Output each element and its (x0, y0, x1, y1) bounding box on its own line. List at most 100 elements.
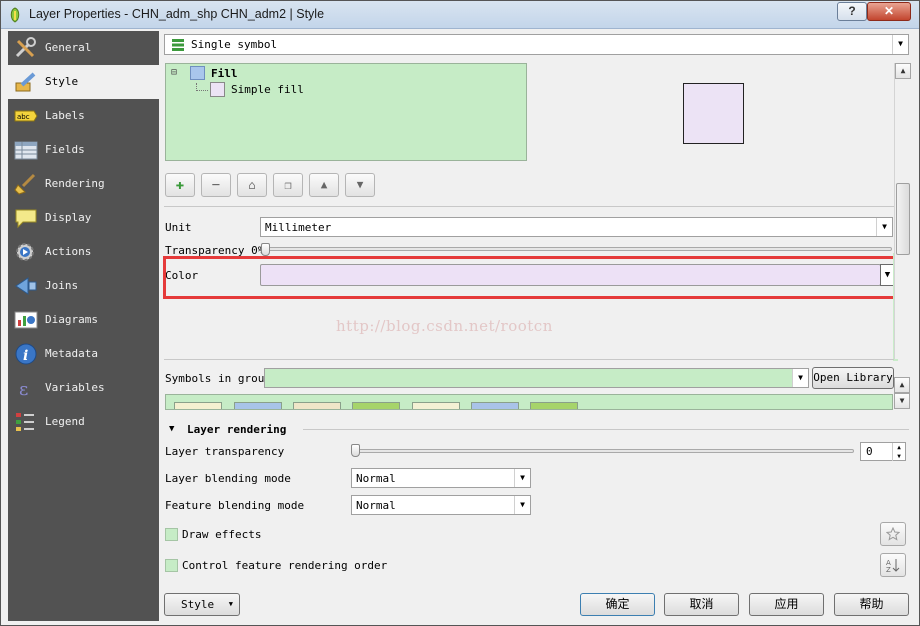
diagram-chart-icon (14, 311, 38, 329)
sidebar-item-label: Joins (45, 279, 79, 292)
control-rendering-order-checkbox[interactable] (165, 559, 178, 572)
sidebar-item-diagrams[interactable]: Diagrams (8, 303, 159, 337)
sidebar-item-general[interactable]: General (8, 31, 159, 65)
star-icon (885, 526, 901, 541)
close-window-button[interactable]: ✕ (867, 2, 911, 21)
apply-button[interactable]: 应用 (749, 593, 824, 616)
library-symbol-swatch[interactable] (352, 402, 400, 409)
sidebar-item-display[interactable]: Display (8, 201, 159, 235)
sidebar-item-label: Style (45, 75, 79, 88)
legend-icon (16, 413, 34, 431)
draw-effects-checkbox[interactable] (165, 528, 178, 541)
layer-blending-value: Normal (356, 472, 396, 485)
spin-down-arrow[interactable]: ▼ (892, 452, 905, 461)
unit-select[interactable]: Millimeter ▼ (260, 217, 893, 237)
style-button-label: Style (181, 598, 215, 611)
info-icon: i (15, 343, 37, 365)
sidebar-item-label: Actions (45, 245, 92, 258)
divider (164, 359, 894, 360)
sidebar-item-style[interactable]: Style (8, 65, 159, 99)
scroll-up-arrow[interactable]: ▲ (894, 377, 910, 393)
red-highlight-box (163, 256, 899, 299)
library-scrollbar[interactable]: ▲ ▼ (894, 377, 911, 409)
scroll-thumb[interactable] (896, 183, 910, 255)
symbol-group-select[interactable]: ▼ (264, 368, 809, 388)
gear-play-icon (16, 243, 34, 261)
chevron-down-icon[interactable]: ▼ (876, 218, 892, 236)
symbol-library-list[interactable] (165, 394, 893, 410)
help-button[interactable]: 帮助 (834, 593, 909, 616)
control-rendering-order-label[interactable]: Control feature rendering order (182, 559, 387, 572)
qgis-logo-icon (10, 7, 20, 23)
symbol-preview (683, 83, 744, 144)
scroll-down-arrow[interactable]: ▼ (894, 393, 910, 409)
layer-transparency-slider[interactable] (354, 449, 854, 453)
sidebar-item-actions[interactable]: Actions (8, 235, 159, 269)
library-symbol-swatch[interactable] (412, 402, 460, 409)
symbol-settings-scrollbar[interactable]: ▲ (894, 63, 911, 359)
draw-effects-label[interactable]: Draw effects (182, 528, 261, 541)
abc-label-icon: abc (14, 110, 38, 122)
spin-up-arrow[interactable]: ▲ (892, 443, 905, 452)
collapse-tree-icon[interactable]: ⊟ (171, 67, 177, 78)
chevron-down-icon[interactable]: ▼ (792, 369, 808, 387)
sidebar-item-label: Legend (45, 415, 85, 428)
svg-text:abc: abc (17, 113, 30, 121)
sidebar-item-label: General (45, 41, 92, 54)
sidebar-item-fields[interactable]: Fields (8, 133, 159, 167)
library-symbol-swatch[interactable] (471, 402, 519, 409)
library-symbol-swatch[interactable] (530, 402, 578, 409)
tree-item-simple-fill[interactable]: Simple fill (231, 83, 304, 96)
transparency-slider[interactable] (264, 247, 892, 251)
sidebar-item-label: Display (45, 211, 92, 224)
sidebar-item-joins[interactable]: Joins (8, 269, 159, 303)
speech-bubble-icon (15, 209, 37, 229)
remove-symbol-layer-button[interactable]: − (201, 173, 231, 197)
chevron-down-icon[interactable]: ▼ (892, 35, 908, 54)
divider (303, 429, 909, 430)
library-symbol-swatch[interactable] (293, 402, 341, 409)
move-down-button[interactable]: ▼ (345, 173, 375, 197)
add-symbol-layer-button[interactable]: ✚ (165, 173, 195, 197)
table-fields-icon (14, 141, 38, 160)
chevron-down-icon[interactable]: ▼ (514, 469, 530, 487)
cancel-button[interactable]: 取消 (664, 593, 739, 616)
unit-value: Millimeter (265, 221, 332, 234)
layer-transparency-spinbox[interactable]: 0 ▲ ▼ (860, 442, 906, 461)
epsilon-icon: ε (19, 379, 28, 399)
ok-button[interactable]: 确定 (580, 593, 655, 616)
effects-settings-button[interactable] (880, 522, 906, 546)
sidebar-item-label: Fields (45, 143, 85, 156)
sidebar-item-labels[interactable]: abc Labels (8, 99, 159, 133)
sidebar-item-legend[interactable]: Legend (8, 405, 159, 439)
open-library-button[interactable]: Open Library (812, 367, 894, 389)
symbol-layer-tree[interactable]: ⊟ Fill Simple fill (165, 63, 527, 161)
wrench-screwdriver-icon (15, 37, 36, 58)
chevron-down-icon[interactable]: ▼ (514, 496, 530, 514)
sidebar-item-metadata[interactable]: i Metadata (8, 337, 159, 371)
feature-blending-select[interactable]: Normal ▼ (351, 495, 531, 515)
collapse-triangle-icon[interactable]: ▼ (169, 424, 174, 434)
lock-layer-button[interactable]: ⌂ (237, 173, 267, 197)
tree-item-fill[interactable]: Fill (211, 67, 238, 80)
scroll-up-arrow[interactable]: ▲ (895, 63, 911, 79)
divider (164, 206, 894, 207)
layer-transparency-value: 0 (866, 445, 873, 458)
library-symbol-swatch[interactable] (234, 402, 282, 409)
duplicate-layer-button[interactable]: ❐ (273, 173, 303, 197)
help-titlebar-button[interactable]: ? (837, 2, 867, 21)
rendering-order-button[interactable]: A Z (880, 553, 906, 577)
layer-blending-select[interactable]: Normal ▼ (351, 468, 531, 488)
sidebar-item-variables[interactable]: ε Variables (8, 371, 159, 405)
sidebar-item-rendering[interactable]: Rendering (8, 167, 159, 201)
sidebar: General Style abc Labels Fields Renderin… (8, 31, 159, 621)
renderer-select[interactable]: Single symbol ▼ (164, 34, 909, 55)
sidebar-item-label: Variables (45, 381, 105, 394)
transparency-slider-handle[interactable] (261, 243, 270, 256)
style-menu-button[interactable]: Style ▼ (164, 593, 240, 616)
move-up-button[interactable]: ▲ (309, 173, 339, 197)
library-symbol-swatch[interactable] (174, 402, 222, 409)
layer-transparency-slider-handle[interactable] (351, 444, 360, 457)
sidebar-item-label: Rendering (45, 177, 105, 190)
layer-rendering-header[interactable]: Layer rendering (187, 423, 286, 436)
